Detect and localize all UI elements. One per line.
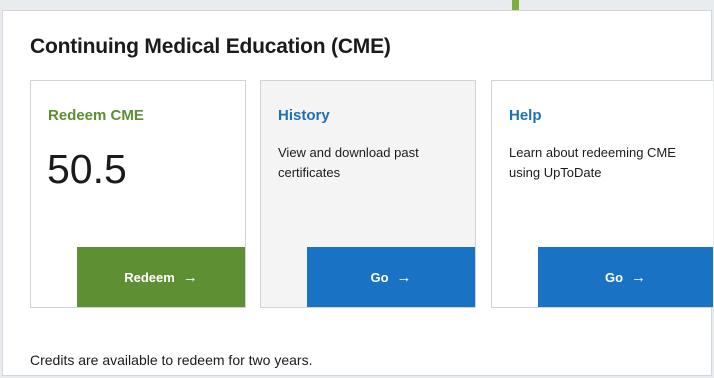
cme-credits-value: 50.5: [47, 146, 127, 192]
redeem-button-label: Redeem: [124, 269, 175, 285]
history-card: History View and download past certifica…: [260, 80, 476, 308]
help-go-label: Go: [604, 269, 624, 285]
credits-expiry-note: Credits are available to redeem for two …: [30, 352, 313, 368]
help-go-button[interactable]: Go →: [538, 247, 713, 307]
redeem-cme-title: Redeem CME: [48, 107, 144, 124]
arrow-right-icon: →: [631, 268, 647, 286]
redeem-cme-card: Redeem CME 50.5 Redeem →: [30, 80, 246, 308]
arrow-right-icon: →: [396, 268, 412, 286]
history-go-label: Go: [370, 269, 389, 285]
history-description: View and download past certificates: [278, 145, 419, 180]
cme-panel: Continuing Medical Education (CME) Redee…: [2, 10, 713, 376]
help-description: Learn about redeeming CME using UpToDate: [509, 145, 676, 180]
history-go-button[interactable]: Go →: [307, 247, 475, 307]
history-title: History: [278, 107, 330, 124]
panel-title: Continuing Medical Education (CME): [30, 35, 391, 58]
help-card: Help Learn about redeeming CME using UpT…: [491, 80, 713, 308]
help-title: Help: [509, 107, 542, 124]
arrow-right-icon: →: [182, 268, 198, 286]
redeem-button[interactable]: Redeem →: [77, 247, 245, 307]
